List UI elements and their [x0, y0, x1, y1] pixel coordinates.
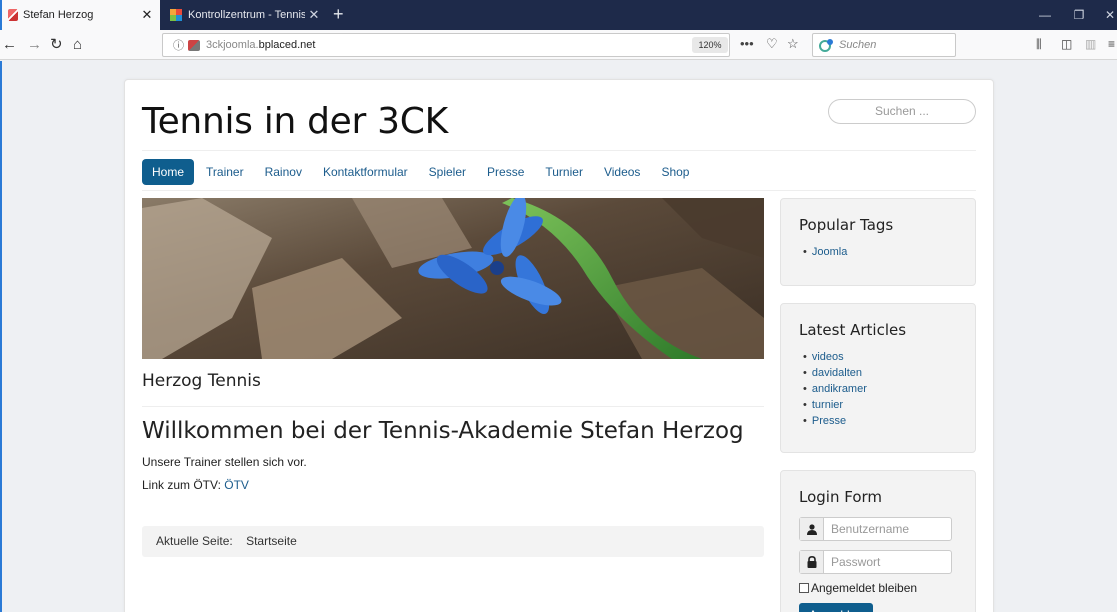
tag-link[interactable]: Joomla [803, 244, 847, 260]
library-icon[interactable]: ⫼ [1036, 37, 1042, 52]
remember-label: Angemeldet bleiben [811, 581, 918, 595]
main-menu: Home Trainer Rainov Kontaktformular Spie… [142, 159, 700, 185]
remember-me[interactable]: Angemeldet bleiben [799, 581, 917, 595]
lock-icon [800, 551, 824, 573]
article-link[interactable]: turnier [803, 397, 867, 413]
bookmark-star-icon[interactable]: ☆ [787, 36, 799, 52]
oetv-link[interactable]: ÖTV [224, 478, 249, 492]
hero-image [142, 198, 764, 359]
username-input[interactable] [824, 518, 944, 540]
module-title: Latest Articles [799, 321, 907, 339]
divider [142, 150, 976, 151]
browser-search-placeholder: Suchen [839, 39, 877, 51]
browser-tab-bar: Stefan Herzog ✕ Kontrollzentrum - Tennis… [0, 0, 1117, 30]
joomla-favicon-icon [170, 9, 182, 21]
page-actions-menu[interactable]: ••• [740, 36, 754, 51]
page-favicon-icon [8, 9, 18, 21]
new-tab-button[interactable]: + [333, 4, 344, 24]
tag-list: Joomla [803, 244, 847, 260]
zoom-indicator[interactable]: 120% [692, 37, 728, 53]
module-title: Login Form [799, 488, 883, 506]
menu-item-turnier[interactable]: Turnier [535, 159, 593, 185]
url-domain: bplaced.net [258, 39, 316, 51]
minimize-button[interactable]: — [1028, 0, 1062, 30]
menu-item-shop[interactable]: Shop [651, 159, 699, 185]
menu-item-videos[interactable]: Videos [594, 159, 650, 185]
link-prefix: Link zum ÖTV: [142, 478, 225, 492]
tab-close-icon[interactable]: ✕ [305, 7, 323, 23]
menu-item-kontaktformular[interactable]: Kontaktformular [313, 159, 418, 185]
insecure-lock-icon[interactable] [188, 39, 200, 51]
scilla-flower-photo [142, 198, 764, 359]
article-title: Willkommen bei der Tennis-Akademie Stefa… [142, 418, 744, 444]
article-link[interactable]: Presse [803, 413, 867, 429]
article-paragraph-link: Link zum ÖTV: ÖTV [142, 478, 249, 492]
reload-icon[interactable]: ↻ [50, 35, 63, 55]
info-icon[interactable]: ⓘ [173, 37, 184, 53]
url-bar[interactable]: ⓘ 3ckjoomla. bplaced.net [162, 33, 730, 57]
reader-view-icon[interactable]: ▥ [1085, 37, 1096, 51]
menu-item-trainer[interactable]: Trainer [196, 159, 254, 185]
browser-search-field[interactable]: Suchen [812, 33, 956, 57]
site-brand[interactable]: Tennis in der 3CK [142, 101, 448, 142]
site-container: Tennis in der 3CK Suchen ... Home Traine… [124, 79, 994, 612]
browser-nav-bar: ← → ↻ ⌂ ⓘ 3ckjoomla. bplaced.net 120% •••… [0, 30, 1117, 60]
breadcrumb-label: Aktuelle Seite: [156, 534, 233, 548]
password-input[interactable] [824, 551, 944, 573]
tab-title: Stefan Herzog [23, 9, 94, 21]
login-module: Login Form Angemeldet bleiben Anmelden [780, 470, 976, 612]
tab-title: Kontrollzentrum - Tennis in der 3CK [188, 9, 305, 21]
close-window-button[interactable]: ✕ [1093, 0, 1117, 30]
page-heading: Herzog Tennis [142, 371, 261, 391]
menu-item-spieler[interactable]: Spieler [419, 159, 476, 185]
tab-close-icon[interactable]: ✕ [138, 7, 156, 23]
home-icon[interactable]: ⌂ [73, 35, 82, 55]
pocket-icon[interactable]: ♡ [766, 36, 778, 52]
back-arrow-icon[interactable]: ← [2, 35, 17, 55]
article-paragraph: Unsere Trainer stellen sich vor. [142, 455, 307, 469]
menu-item-home[interactable]: Home [142, 159, 195, 185]
article-list: videos davidalten andikramer turnier Pre… [803, 349, 867, 429]
divider [142, 190, 976, 191]
url-subdomain: 3ckjoomla. [206, 39, 259, 51]
breadcrumb: Aktuelle Seite: Startseite [142, 526, 764, 557]
browser-tab-inactive[interactable]: Kontrollzentrum - Tennis in der 3CK ✕ [162, 0, 327, 30]
menu-item-presse[interactable]: Presse [477, 159, 534, 185]
article-link[interactable]: davidalten [803, 365, 867, 381]
password-field[interactable] [799, 550, 952, 574]
sidebar-toggle-icon[interactable]: ◫ [1061, 37, 1072, 51]
menu-item-rainov[interactable]: Rainov [255, 159, 312, 185]
breadcrumb-current: Startseite [246, 534, 297, 548]
forward-arrow-icon[interactable]: → [27, 35, 42, 55]
page-viewport: Tennis in der 3CK Suchen ... Home Traine… [0, 61, 1117, 612]
login-button[interactable]: Anmelden [799, 603, 873, 612]
latest-articles-module: Latest Articles videos davidalten andikr… [780, 303, 976, 453]
search-engine-icon [819, 39, 833, 52]
browser-tab-active[interactable]: Stefan Herzog ✕ [0, 0, 160, 30]
username-field[interactable] [799, 517, 952, 541]
divider [142, 406, 764, 407]
article-link[interactable]: videos [803, 349, 867, 365]
restore-button[interactable]: ❐ [1062, 0, 1096, 30]
remember-checkbox[interactable] [799, 583, 809, 593]
module-title: Popular Tags [799, 216, 894, 234]
hamburger-menu-icon[interactable]: ≡ [1108, 37, 1115, 51]
site-search-input[interactable]: Suchen ... [828, 99, 976, 124]
popular-tags-module: Popular Tags Joomla [780, 198, 976, 286]
user-icon [800, 518, 824, 540]
article-link[interactable]: andikramer [803, 381, 867, 397]
